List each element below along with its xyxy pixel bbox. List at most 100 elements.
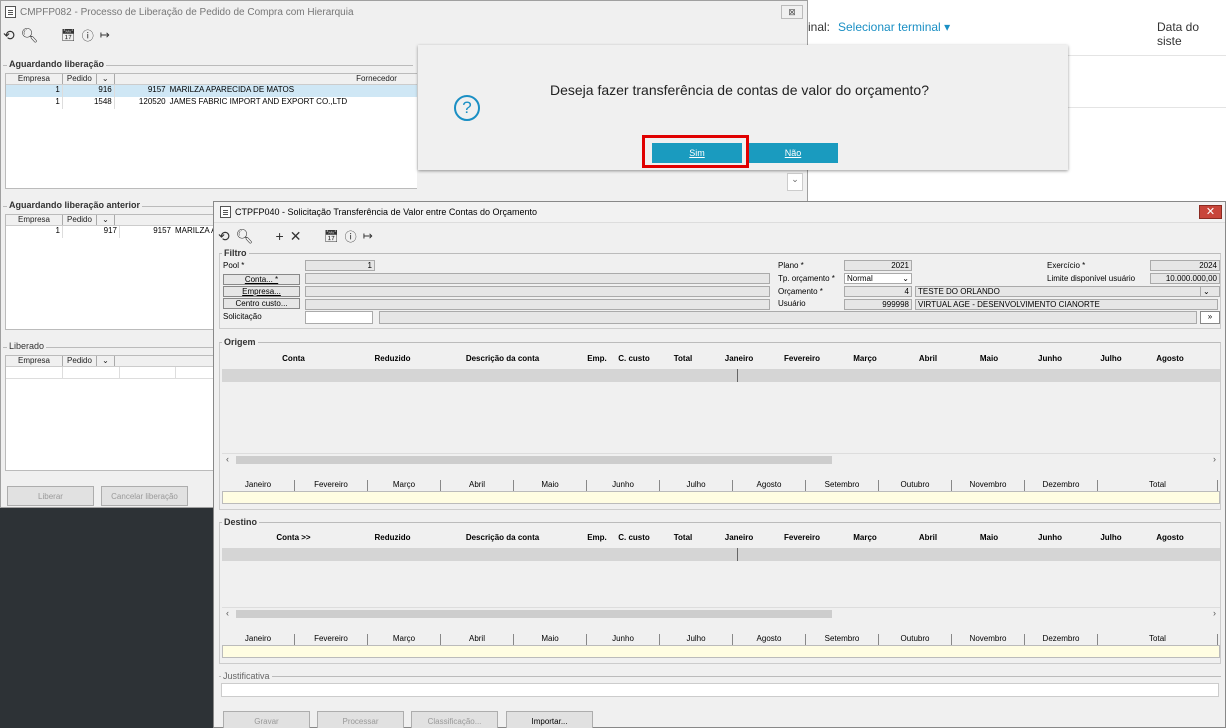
scroll-left-icon[interactable]: ‹ (226, 608, 229, 618)
grid-liberado[interactable]: Empresa Pedido ⌄ (5, 355, 215, 471)
tp-orcamento-select[interactable]: Normal ⌄ (844, 273, 912, 284)
col-conta[interactable]: Conta (222, 351, 365, 367)
pool-field[interactable]: 1 (305, 260, 375, 271)
grid-aguardando[interactable]: Empresa Pedido ⌄ Fornecedor 1 916 9157 M… (5, 73, 417, 189)
col-pedido[interactable]: Pedido (63, 215, 97, 225)
usuario-nome-field[interactable]: VIRTUAL AGE - DESENVOLVIMENTO CIANORTE (915, 299, 1218, 310)
dialog-message: Deseja fazer transferência de contas de … (550, 82, 929, 98)
grid-anterior[interactable]: Empresa Pedido ⌄ 1 917 9157 MARILZA A (5, 214, 215, 330)
col-abril[interactable]: Abril (897, 530, 959, 546)
centro-custo-field[interactable] (305, 299, 770, 310)
conta-button[interactable]: Conta... * (223, 274, 300, 285)
col-ccusto[interactable]: C. custo (609, 530, 659, 546)
empresa-button[interactable]: Empresa... (223, 286, 300, 297)
origem-row[interactable] (222, 369, 1220, 382)
help-icon[interactable]: ⓘ (345, 228, 357, 245)
col-ccusto[interactable]: C. custo (609, 351, 659, 367)
col-reduzido[interactable]: Reduzido (365, 530, 420, 546)
close-button[interactable]: ✕ (1199, 205, 1222, 219)
col-conta[interactable]: Conta >> (222, 530, 365, 546)
col-abril[interactable]: Abril (897, 351, 959, 367)
col-fornecedor[interactable]: Fornecedor (115, 74, 417, 84)
limite-field[interactable]: 10.000.000,00 (1150, 273, 1220, 284)
destino-row[interactable] (222, 548, 1220, 561)
plano-field[interactable]: 2021 (844, 260, 912, 271)
solicitacao-input[interactable] (305, 311, 373, 324)
select-terminal-link[interactable]: Selecionar terminal ▾ (838, 20, 950, 34)
help-icon[interactable]: ⓘ (82, 27, 94, 44)
refresh-icon[interactable]: ⟲ (3, 27, 15, 44)
dropdown-arrow-icon[interactable]: ⌄ (787, 173, 803, 191)
more-button[interactable]: » (1200, 311, 1220, 324)
classificacao-button[interactable]: Classificação... (411, 711, 498, 728)
table-row[interactable]: 1 916 9157 MARILZA APARECIDA DE MATOS (6, 85, 417, 97)
col-maio[interactable]: Maio (959, 530, 1019, 546)
col-reduzido[interactable]: Reduzido (365, 351, 420, 367)
cancelar-liberacao-button[interactable]: Cancelar liberação (101, 486, 188, 506)
col-filter[interactable]: ⌄ (97, 356, 115, 366)
col-total[interactable]: Total (659, 351, 707, 367)
destino-header: Conta >> Reduzido Descrição da conta Emp… (222, 530, 1220, 546)
scroll-left-icon[interactable]: ‹ (226, 454, 229, 464)
scroll-right-icon[interactable]: › (1213, 608, 1216, 618)
col-empresa[interactable]: Empresa (6, 215, 63, 225)
destino-hscroll[interactable]: ‹ › (222, 607, 1220, 619)
orcamento-dropdown[interactable]: ⌄ (1200, 286, 1220, 297)
col-maio[interactable]: Maio (959, 351, 1019, 367)
col-descricao[interactable]: Descrição da conta (420, 351, 585, 367)
table-row[interactable]: 1 917 9157 MARILZA A (6, 226, 215, 238)
orcamento-cod-field[interactable]: 4 (844, 286, 912, 297)
col-empresa[interactable]: Empresa (6, 356, 63, 366)
exit-icon[interactable]: ↦ (363, 229, 373, 243)
delete-icon[interactable]: ✕ (290, 228, 302, 245)
centro-custo-button[interactable]: Centro custo... (223, 298, 300, 309)
col-janeiro[interactable]: Janeiro (707, 530, 771, 546)
col-pedido[interactable]: Pedido (63, 74, 97, 84)
col-agosto[interactable]: Agosto (1141, 351, 1199, 367)
col-emp[interactable]: Emp. (585, 530, 609, 546)
processar-button[interactable]: Processar (317, 711, 404, 728)
calendar-icon[interactable]: 📅︎ (323, 229, 338, 243)
usuario-cod-field[interactable]: 999998 (844, 299, 912, 310)
exercicio-field[interactable]: 2024 (1150, 260, 1220, 271)
col-pedido[interactable]: Pedido (63, 356, 97, 366)
scroll-right-icon[interactable]: › (1213, 454, 1216, 464)
group-label: Justificativa (221, 671, 272, 681)
col-fevereiro[interactable]: Fevereiro (771, 351, 833, 367)
col-marco[interactable]: Março (833, 351, 897, 367)
grid-header: Empresa Pedido ⌄ (6, 215, 215, 226)
close-button[interactable]: ⊠ (781, 5, 803, 19)
empresa-field[interactable] (305, 286, 770, 297)
search-icon[interactable]: 🔍︎ (236, 228, 254, 245)
col-fevereiro[interactable]: Fevereiro (771, 530, 833, 546)
col-julho[interactable]: Julho (1081, 530, 1141, 546)
search-icon[interactable]: 🔍︎ (21, 27, 39, 44)
justificativa-input[interactable] (221, 683, 1219, 697)
no-button[interactable]: Não (748, 143, 838, 163)
col-junho[interactable]: Junho (1019, 351, 1081, 367)
col-julho[interactable]: Julho (1081, 351, 1141, 367)
importar-button[interactable]: Importar... (506, 711, 593, 728)
col-filter[interactable]: ⌄ (97, 215, 115, 225)
liberar-button[interactable]: Liberar (7, 486, 94, 506)
col-agosto[interactable]: Agosto (1141, 530, 1199, 546)
conta-field[interactable] (305, 273, 770, 284)
col-filter[interactable]: ⌄ (97, 74, 115, 84)
col-janeiro[interactable]: Janeiro (707, 351, 771, 367)
col-marco[interactable]: Março (833, 530, 897, 546)
col-total[interactable]: Total (659, 530, 707, 546)
col-junho[interactable]: Junho (1019, 530, 1081, 546)
origem-hscroll[interactable]: ‹ › (222, 453, 1220, 465)
exit-icon[interactable]: ↦ (100, 28, 110, 42)
group-label: Filtro (222, 248, 249, 258)
col-emp[interactable]: Emp. (585, 351, 609, 367)
orcamento-nome-field[interactable]: TESTE DO ORLANDO (915, 286, 1218, 297)
gravar-button[interactable]: Gravar (223, 711, 310, 728)
col-descricao[interactable]: Descrição da conta (420, 530, 585, 546)
refresh-icon[interactable]: ⟲ (218, 228, 230, 245)
calendar-icon[interactable]: 📅︎ (61, 28, 76, 42)
table-row[interactable]: 1 1548 120520 JAMES FABRIC IMPORT AND EX… (6, 97, 417, 109)
col-empresa[interactable]: Empresa (6, 74, 63, 84)
solicitacao-desc-field[interactable] (379, 311, 1197, 324)
add-icon[interactable]: + (276, 228, 284, 244)
